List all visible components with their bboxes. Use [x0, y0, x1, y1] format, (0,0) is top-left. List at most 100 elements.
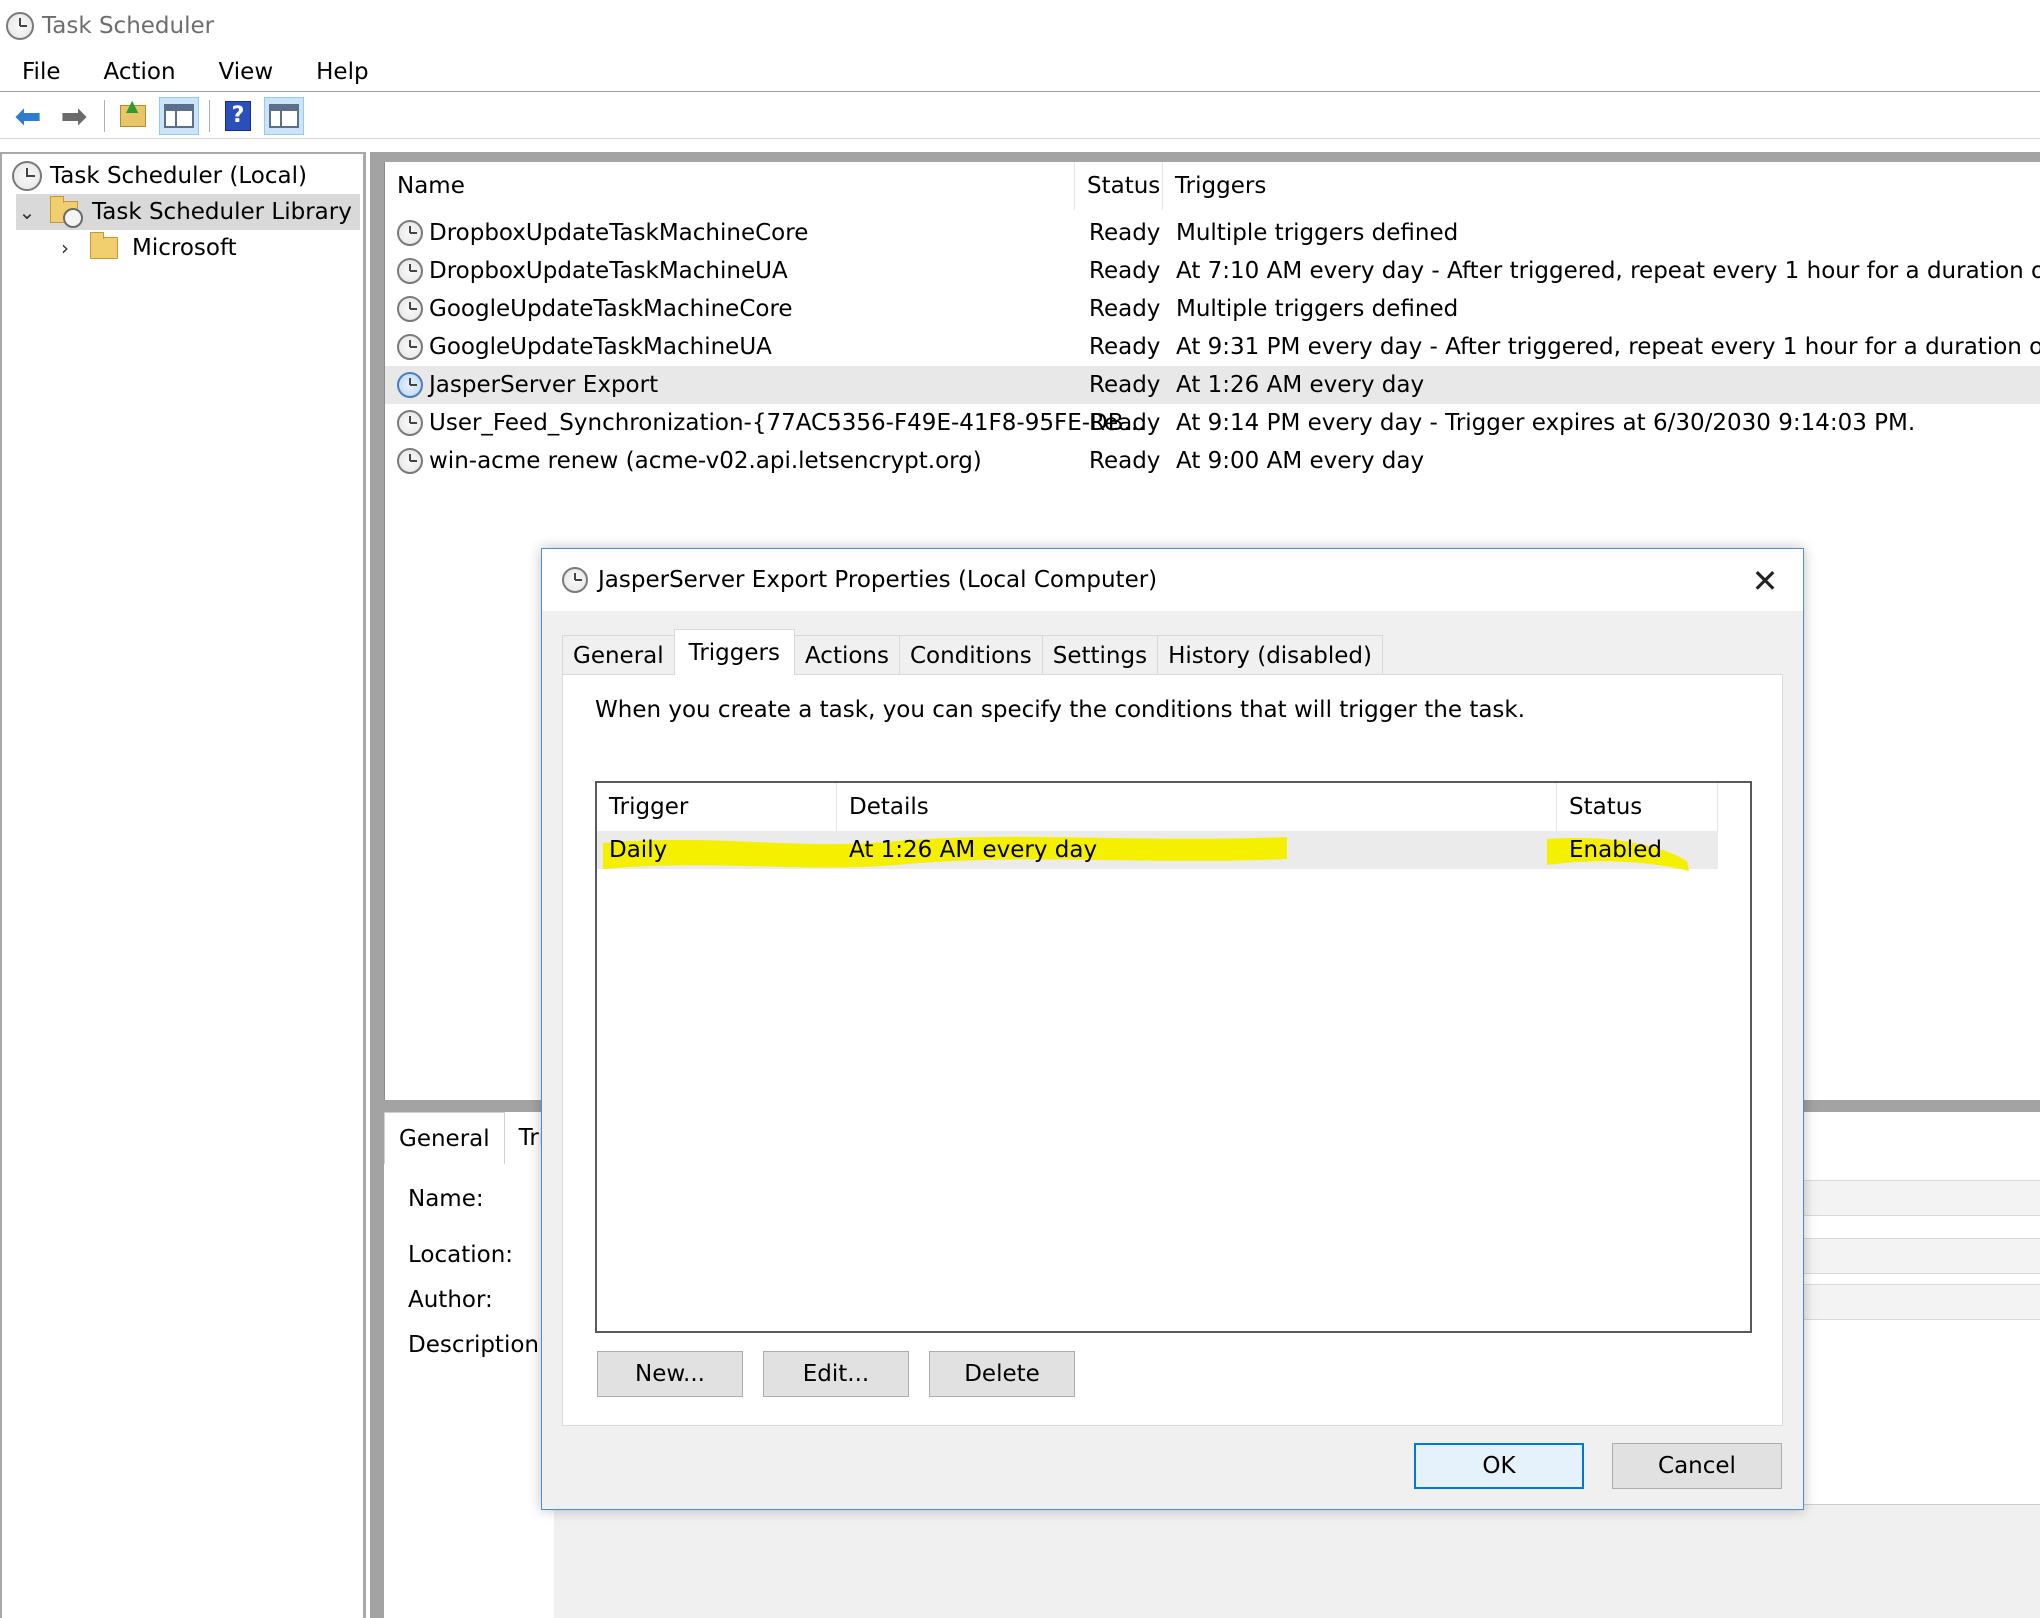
- menu-action[interactable]: Action: [82, 59, 197, 85]
- details-field: [1800, 1180, 2040, 1216]
- triggers-tab-panel: When you create a task, you can specify …: [562, 674, 1783, 1426]
- trigger-status: Enabled: [1569, 837, 1662, 863]
- tab-triggers[interactable]: Triggers: [673, 629, 795, 675]
- back-button[interactable]: ⬅: [8, 97, 48, 135]
- menu-help[interactable]: Help: [294, 59, 389, 85]
- task-status: Ready: [1089, 372, 1161, 398]
- tab-conditions[interactable]: Conditions: [898, 635, 1043, 675]
- toolbar-separator: [209, 99, 210, 132]
- trigger-type: Daily: [609, 837, 668, 863]
- task-triggers: Multiple triggers defined: [1176, 220, 1459, 246]
- task-clock-icon: [397, 220, 423, 246]
- edit-trigger-button[interactable]: Edit...: [763, 1351, 909, 1397]
- task-name-cell: User_Feed_Synchronization-{77AC5356-F49E…: [397, 404, 1145, 442]
- column-header-triggers[interactable]: Triggers: [1163, 162, 2040, 210]
- chevron-right-icon[interactable]: ›: [54, 236, 76, 260]
- toolbar-separator: [104, 99, 105, 132]
- column-header-status[interactable]: Status: [1075, 162, 1163, 210]
- help-icon: ?: [225, 100, 251, 131]
- close-icon[interactable]: ✕: [1745, 561, 1785, 601]
- task-scheduler-app-icon: [6, 12, 34, 40]
- tree-label: Task Scheduler Library: [92, 199, 352, 225]
- task-triggers: At 1:26 AM every day: [1176, 372, 1425, 398]
- help-button[interactable]: ?: [218, 97, 258, 135]
- menu-bar: File Action View Help: [0, 52, 2040, 92]
- task-status: Ready: [1089, 448, 1161, 474]
- chevron-down-icon[interactable]: ⌄: [16, 200, 38, 224]
- menu-view[interactable]: View: [197, 59, 295, 85]
- tab-settings[interactable]: Settings: [1041, 635, 1159, 675]
- column-header-trigger[interactable]: Trigger: [597, 783, 837, 831]
- task-name-cell: win-acme renew (acme-v02.api.letsencrypt…: [397, 442, 982, 480]
- show-action-pane-button[interactable]: [264, 96, 304, 135]
- task-triggers: At 9:31 PM every day - After triggered, …: [1176, 334, 2040, 360]
- tree-label: Task Scheduler (Local): [50, 163, 307, 189]
- action-pane-icon: [269, 103, 299, 128]
- task-properties-dialog: JasperServer Export Properties (Local Co…: [541, 548, 1804, 1510]
- details-location-label: Location:: [408, 1242, 514, 1268]
- new-trigger-button[interactable]: New...: [597, 1351, 743, 1397]
- clock-icon: [12, 161, 42, 191]
- task-name: JasperServer Export: [429, 372, 659, 398]
- tree-item-task-scheduler-local[interactable]: Task Scheduler (Local): [12, 158, 307, 194]
- task-clock-icon: [397, 296, 423, 322]
- delete-trigger-button[interactable]: Delete: [929, 1351, 1075, 1397]
- trigger-details: At 1:26 AM every day: [849, 837, 1098, 863]
- console-tree: Task Scheduler (Local) ⌄ Task Scheduler …: [0, 152, 366, 1618]
- task-name-cell: DropboxUpdateTaskMachineCore: [397, 214, 808, 252]
- dialog-title-bar: JasperServer Export Properties (Local Co…: [542, 549, 1803, 611]
- task-status: Ready: [1089, 258, 1161, 284]
- task-row[interactable]: DropboxUpdateTaskMachineUA Ready At 7:10…: [385, 252, 2040, 290]
- details-tab-general[interactable]: General: [384, 1112, 505, 1164]
- show-console-tree-button[interactable]: [159, 96, 199, 135]
- details-field: [1800, 1284, 2040, 1320]
- task-clock-icon: [397, 334, 423, 360]
- folder-icon: [90, 232, 118, 259]
- trigger-row[interactable]: Daily At 1:26 AM every day Enabled: [597, 831, 1718, 871]
- title-bar: Task Scheduler: [0, 0, 2040, 52]
- highlighter-mark: [603, 836, 1689, 871]
- folder-clock-icon: [50, 196, 83, 228]
- task-row[interactable]: GoogleUpdateTaskMachineCore Ready Multip…: [385, 290, 2040, 328]
- column-header-details[interactable]: Details: [837, 783, 1557, 831]
- cancel-button[interactable]: Cancel: [1612, 1443, 1782, 1489]
- task-row[interactable]: GoogleUpdateTaskMachineUA Ready At 9:31 …: [385, 328, 2040, 366]
- forward-arrow-icon: ➡: [60, 96, 88, 135]
- task-triggers: At 9:00 AM every day: [1176, 448, 1425, 474]
- forward-button[interactable]: ➡: [54, 97, 94, 135]
- task-row-selected[interactable]: JasperServer Export Ready At 1:26 AM eve…: [385, 366, 2040, 404]
- details-footer-area: [554, 1504, 2040, 1618]
- dialog-tabs: General Triggers Actions Conditions Sett…: [562, 629, 1383, 675]
- task-row[interactable]: win-acme renew (acme-v02.api.letsencrypt…: [385, 442, 2040, 480]
- column-header-name[interactable]: Name: [385, 162, 1075, 210]
- column-header-status[interactable]: Status: [1557, 783, 1718, 831]
- tree-item-task-scheduler-library[interactable]: ⌄ Task Scheduler Library: [16, 194, 360, 230]
- task-status: Ready: [1089, 220, 1161, 246]
- task-name: GoogleUpdateTaskMachineCore: [429, 296, 793, 322]
- task-triggers: Multiple triggers defined: [1176, 296, 1459, 322]
- details-name-label: Name:: [408, 1186, 484, 1212]
- details-field: [1800, 1238, 2040, 1274]
- task-name: GoogleUpdateTaskMachineUA: [429, 334, 772, 360]
- details-author-label: Author:: [408, 1287, 493, 1313]
- task-name: DropboxUpdateTaskMachineCore: [429, 220, 809, 246]
- tab-general[interactable]: General: [562, 635, 675, 675]
- task-name-cell: GoogleUpdateTaskMachineCore: [397, 290, 793, 328]
- task-triggers: At 7:10 AM every day - After triggered, …: [1176, 258, 2040, 284]
- up-one-level-button[interactable]: [113, 96, 153, 135]
- task-status: Ready: [1089, 410, 1161, 436]
- ok-button[interactable]: OK: [1414, 1443, 1584, 1489]
- menu-file[interactable]: File: [0, 59, 82, 85]
- triggers-intro-text: When you create a task, you can specify …: [595, 697, 1526, 723]
- folder-up-icon: [120, 96, 146, 127]
- tab-actions[interactable]: Actions: [793, 635, 900, 675]
- task-row[interactable]: User_Feed_Synchronization-{77AC5356-F49E…: [385, 404, 2040, 442]
- back-arrow-icon: ⬅: [14, 96, 42, 135]
- task-row[interactable]: DropboxUpdateTaskMachineCore Ready Multi…: [385, 214, 2040, 252]
- task-clock-icon: [397, 372, 423, 398]
- task-name: DropboxUpdateTaskMachineUA: [429, 258, 788, 284]
- tree-item-microsoft[interactable]: › Microsoft: [54, 230, 237, 266]
- console-tree-icon: [164, 103, 194, 128]
- tab-history[interactable]: History (disabled): [1157, 635, 1383, 675]
- task-status: Ready: [1089, 334, 1161, 360]
